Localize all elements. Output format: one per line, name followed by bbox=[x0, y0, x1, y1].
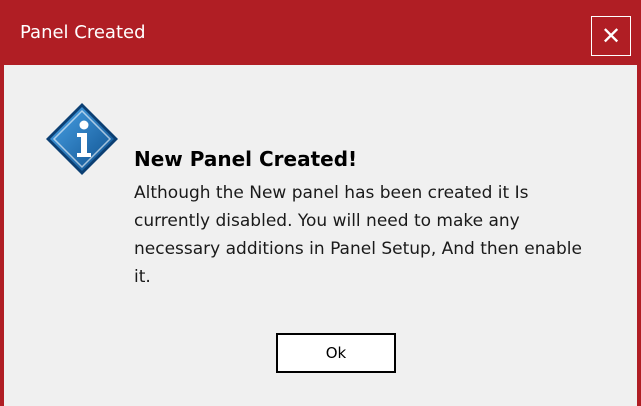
title-bar[interactable]: Panel Created ✕ bbox=[0, 0, 641, 65]
dialog-window: Panel Created ✕ New Panel Created! Altho… bbox=[0, 0, 641, 406]
dialog-content: New Panel Created! Although the New pane… bbox=[4, 65, 637, 406]
ok-button[interactable]: Ok bbox=[276, 333, 396, 373]
dialog-message: Although the New panel has been created … bbox=[134, 183, 582, 287]
close-button[interactable]: ✕ bbox=[591, 16, 631, 56]
close-icon: ✕ bbox=[600, 22, 622, 50]
info-icon bbox=[46, 103, 118, 175]
window-title: Panel Created bbox=[20, 22, 146, 43]
dialog-heading: New Panel Created! bbox=[134, 147, 358, 171]
